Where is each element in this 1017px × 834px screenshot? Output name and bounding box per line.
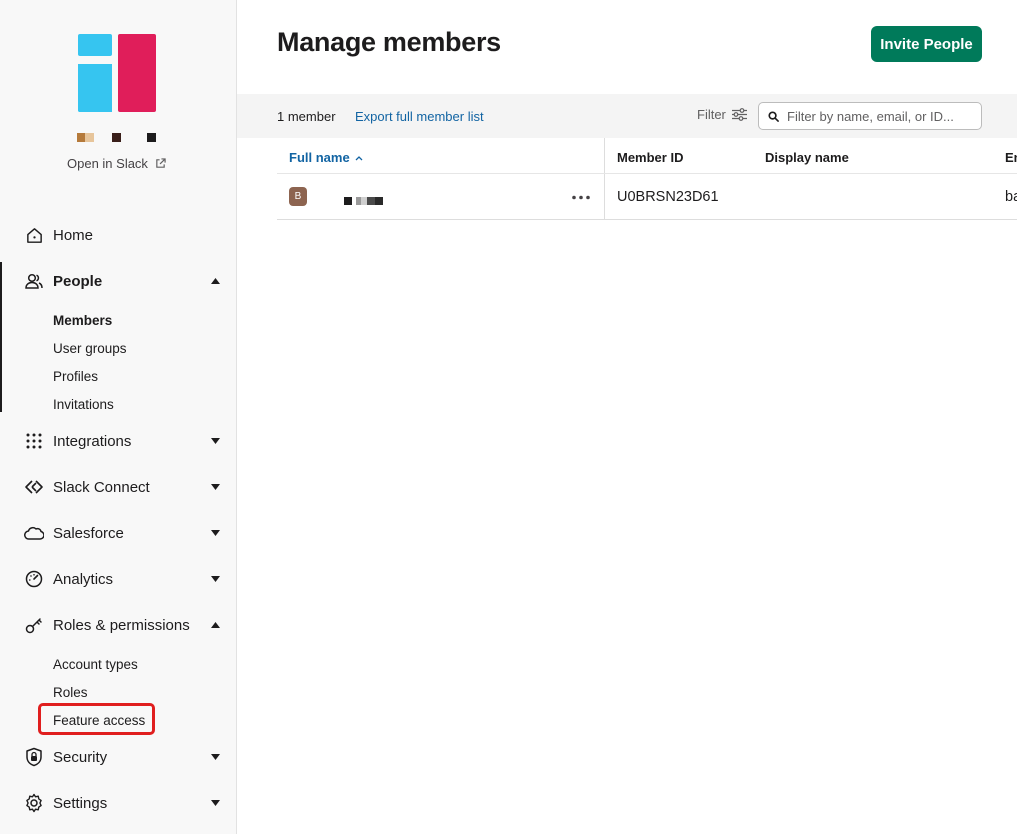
grid-dots-icon	[24, 431, 44, 451]
nav-analytics[interactable]: Analytics	[24, 565, 220, 593]
sidebar-item-members[interactable]: Members	[53, 310, 112, 330]
nav-roles-permissions[interactable]: Roles & permissions	[24, 611, 220, 639]
cloud-icon	[24, 523, 44, 543]
sidebar-item-account-types[interactable]: Account types	[53, 654, 138, 674]
member-id-cell: U0BRSN23D61	[617, 189, 719, 205]
caret-up-icon	[210, 620, 220, 630]
more-horizontal-icon	[572, 195, 590, 199]
nav-analytics-label: Analytics	[53, 570, 114, 588]
nav-people[interactable]: People	[24, 267, 220, 295]
workspace-logo	[78, 34, 156, 112]
sidebar: Open in Slack Home People Members User g…	[0, 0, 237, 834]
external-link-icon	[156, 158, 166, 168]
highlight-box	[38, 703, 155, 735]
nav-home-label: Home	[53, 226, 94, 244]
nav-salesforce[interactable]: Salesforce	[24, 519, 220, 547]
caret-up-icon	[210, 276, 220, 286]
active-section-indicator	[0, 262, 2, 412]
filter-button[interactable]: Filter	[697, 107, 747, 122]
nav-settings-label: Settings	[53, 794, 108, 812]
gear-icon	[24, 793, 44, 813]
caret-down-icon	[210, 436, 220, 446]
sidebar-item-invitations[interactable]: Invitations	[53, 394, 114, 414]
nav-integrations[interactable]: Integrations	[24, 427, 220, 455]
member-search-input[interactable]	[787, 108, 977, 124]
sliders-icon	[731, 108, 747, 121]
caret-down-icon	[210, 574, 220, 584]
email-cell: ba	[1005, 189, 1017, 205]
open-in-slack-label: Open in Slack	[67, 156, 148, 171]
member-name-redacted[interactable]	[344, 197, 383, 205]
nav-security-label: Security	[53, 748, 108, 766]
member-count: 1 member	[277, 109, 336, 124]
caret-down-icon	[210, 752, 220, 762]
open-in-slack-link[interactable]: Open in Slack	[67, 156, 166, 171]
nav-security[interactable]: Security	[24, 743, 220, 771]
page-title: Manage members	[277, 27, 501, 57]
caret-down-icon	[210, 798, 220, 808]
people-icon	[24, 271, 44, 291]
column-divider	[604, 138, 605, 220]
workspace-name-redacted	[77, 133, 156, 142]
caret-down-icon	[210, 482, 220, 492]
home-icon	[24, 225, 44, 245]
caret-down-icon	[210, 528, 220, 538]
sidebar-item-roles[interactable]: Roles	[53, 682, 88, 702]
nav-slack-connect[interactable]: Slack Connect	[24, 473, 220, 501]
column-header-email[interactable]: En	[1005, 150, 1017, 165]
more-actions-button[interactable]	[569, 188, 593, 206]
sidebar-item-profiles[interactable]: Profiles	[53, 366, 98, 386]
export-member-list-link[interactable]: Export full member list	[355, 109, 484, 124]
nav-settings[interactable]: Settings	[24, 789, 220, 817]
filter-label: Filter	[697, 107, 726, 122]
nav-people-label: People	[53, 272, 103, 290]
nav-roles-permissions-label: Roles & permissions	[53, 616, 190, 634]
header-divider	[277, 173, 1017, 174]
avatar: B	[289, 187, 307, 206]
sidebar-item-user-groups[interactable]: User groups	[53, 338, 127, 358]
column-header-full-name-label: Full name	[289, 150, 350, 165]
sort-ascending-icon	[355, 155, 363, 160]
column-header-member-id[interactable]: Member ID	[617, 150, 683, 165]
invite-people-button[interactable]: Invite People	[871, 26, 982, 62]
column-header-full-name[interactable]: Full name	[289, 150, 363, 165]
slack-connect-icon	[24, 477, 44, 497]
nav-integrations-label: Integrations	[53, 432, 132, 450]
member-search-box[interactable]	[758, 102, 982, 130]
gauge-icon	[24, 569, 44, 589]
nav-slack-connect-label: Slack Connect	[53, 478, 150, 496]
shield-lock-icon	[24, 747, 44, 767]
nav-salesforce-label: Salesforce	[53, 524, 124, 542]
key-icon	[24, 615, 44, 635]
search-icon	[768, 110, 779, 122]
nav-home[interactable]: Home	[24, 221, 220, 249]
row-divider	[277, 219, 1017, 220]
column-header-display-name[interactable]: Display name	[765, 150, 849, 165]
